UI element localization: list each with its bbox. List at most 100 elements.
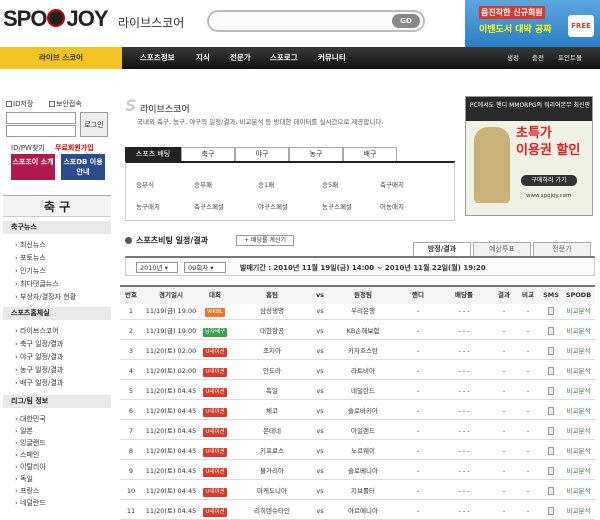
sms-phone-icon[interactable] — [548, 487, 554, 495]
cell-time[interactable]: 11/20(토) 04:45 — [142, 443, 200, 460]
cell-away[interactable]: 카자흐스탄 — [326, 343, 400, 360]
compare-analysis-link[interactable]: 비교분석 — [562, 303, 595, 320]
cell-away[interactable]: 노르웨이 — [326, 443, 400, 460]
game-type-link[interactable]: 농구매치 — [136, 201, 160, 211]
nav-right-pointmall[interactable]: 포인트몰 — [558, 47, 582, 69]
tab-sports-betting[interactable]: 스포츠 배팅 — [125, 147, 181, 161]
cell-time[interactable]: 11/20(토) 02:00 — [142, 363, 200, 380]
sidebar-item-volleyball-schedule[interactable]: › 배구 일정/결과 — [15, 378, 63, 388]
cell-home[interactable]: 불가리아 — [230, 463, 314, 480]
search-go-button[interactable]: GO — [392, 14, 420, 28]
compare-analysis-link[interactable]: 비교분석 — [562, 503, 595, 520]
id-field[interactable] — [6, 112, 76, 124]
sidebar-item-livescore[interactable]: › 라이브스코어 — [15, 326, 59, 336]
cell-away[interactable]: KB손해보험 — [326, 323, 400, 340]
cell-away[interactable]: 슬로바키아 — [326, 403, 400, 420]
cell-home[interactable]: 체코 — [230, 403, 314, 420]
sidebar-item-latest-news[interactable]: › 최신뉴스 — [15, 240, 46, 250]
tab-basketball[interactable]: 농구 — [289, 147, 343, 161]
game-type-link[interactable]: 어농매치 — [380, 201, 404, 211]
tab-expert[interactable]: 전문가 — [533, 242, 591, 256]
cell-home[interactable]: 안도라 — [230, 363, 314, 380]
tab-prediction[interactable]: 예상투표 — [473, 242, 531, 256]
cell-away[interactable]: 슬로베니아 — [326, 463, 400, 480]
sidebar-item-photo-news[interactable]: › 포토뉴스 — [15, 253, 46, 263]
game-type-link[interactable]: 농구스페셜 — [322, 201, 352, 211]
intro-button[interactable]: 스포조이 소개 — [11, 154, 55, 180]
sms-phone-icon[interactable] — [548, 467, 554, 475]
sidebar-league-italy[interactable]: › 이탈리아 — [15, 462, 46, 472]
sms-phone-icon[interactable] — [548, 427, 554, 435]
sms-phone-icon[interactable] — [548, 307, 554, 315]
tab-baseball[interactable]: 야구 — [235, 147, 289, 161]
sms-phone-icon[interactable] — [548, 447, 554, 455]
cell-time[interactable]: 11/19(금) 19:00 — [142, 303, 200, 320]
cell-time[interactable]: 11/20(토) 04:45 — [142, 483, 200, 500]
compare-analysis-link[interactable]: 비교분석 — [562, 323, 595, 340]
cell-away[interactable]: 네덜란드 — [326, 383, 400, 400]
sidebar-item-baseball-schedule[interactable]: › 야구 일정/결과 — [15, 352, 63, 362]
game-type-link[interactable]: 승5패 — [322, 179, 338, 189]
sidebar-league-netherlands[interactable]: › 네덜란드 — [15, 498, 46, 508]
game-type-link[interactable]: 축구매치 — [380, 179, 404, 189]
sidebar-league-germany[interactable]: › 독일 — [15, 474, 33, 484]
compare-analysis-link[interactable]: 비교분석 — [562, 403, 595, 420]
nav-live-score[interactable]: 라이브 스코어 — [0, 47, 122, 69]
tab-soccer[interactable]: 축구 — [181, 147, 235, 161]
cell-away[interactable]: 우리은행 — [326, 303, 400, 320]
compare-analysis-link[interactable]: 비교분석 — [562, 343, 595, 360]
cell-home[interactable]: 키프로스 — [230, 443, 314, 460]
login-button[interactable]: 로그인 — [80, 112, 108, 137]
sidebar-league-france[interactable]: › 프랑스 — [15, 486, 39, 496]
sidebar-item-soccer-schedule[interactable]: › 축구 일정/결과 — [15, 339, 63, 349]
remember-id-checkbox[interactable]: ID저장 — [6, 99, 33, 109]
cell-away[interactable]: 지브롤터 — [326, 483, 400, 500]
cell-time[interactable]: 11/19(금) 19:00 — [142, 323, 200, 340]
tab-volleyball[interactable]: 배구 — [343, 147, 397, 161]
search-input[interactable]: GO — [207, 10, 425, 32]
year-select[interactable]: 2010년 ▾ — [136, 262, 178, 273]
sms-phone-icon[interactable] — [548, 507, 554, 515]
odds-calculator-button[interactable]: + 배당률 계산기 — [236, 235, 294, 246]
site-logo[interactable]: SPO JOY — [3, 6, 109, 32]
join-link[interactable]: 무료회원가입 — [55, 143, 94, 153]
compare-analysis-link[interactable]: 비교분석 — [562, 423, 595, 440]
sms-phone-icon[interactable] — [548, 327, 554, 335]
compare-analysis-link[interactable]: 비교분석 — [562, 363, 595, 380]
compare-analysis-link[interactable]: 비교분석 — [562, 463, 595, 480]
sidebar-item-injury-status[interactable]: › 부상자/결장자 현황 — [15, 292, 76, 302]
tab-results[interactable]: 방정/결과 — [413, 242, 471, 256]
game-type-link[interactable]: 승1패 — [258, 179, 274, 189]
sms-phone-icon[interactable] — [548, 367, 554, 375]
cell-away[interactable]: 아일랜드 — [326, 423, 400, 440]
cell-home[interactable]: 독일 — [230, 383, 314, 400]
compare-analysis-link[interactable]: 비교분석 — [562, 483, 595, 500]
compare-analysis-link[interactable]: 비교분석 — [562, 443, 595, 460]
find-id-pw-link[interactable]: ID/PW찾기 — [11, 143, 45, 153]
game-type-link[interactable]: 야구스페셜 — [258, 201, 288, 211]
ad-buy-button[interactable]: 구매하러 가기 — [521, 175, 577, 186]
cell-home[interactable]: 대한항공 — [230, 323, 314, 340]
right-ad-banner[interactable]: PC에서도 핸디 MMORPG의 워리어본무 최신판 초특가 이용권 할인 구매하… — [465, 96, 593, 216]
nav-item-knowledge[interactable]: 지식 — [196, 47, 210, 69]
sms-phone-icon[interactable] — [548, 387, 554, 395]
password-field[interactable] — [6, 125, 76, 137]
cell-home[interactable]: 리히텐슈타인 — [230, 503, 314, 520]
cell-away[interactable]: 라트비아 — [326, 363, 400, 380]
cell-home[interactable]: 삼성생명 — [230, 303, 314, 320]
game-type-link[interactable]: 축구스페셜 — [194, 201, 224, 211]
secure-login-checkbox[interactable]: 보안접속 — [49, 99, 82, 109]
nav-item-community[interactable]: 커뮤니티 — [318, 47, 346, 69]
cell-time[interactable]: 11/20(토) 04:45 — [142, 503, 200, 520]
round-select[interactable]: 09회차 ▾ — [184, 262, 226, 273]
nav-item-sports-info[interactable]: 스포츠정보 — [140, 47, 175, 69]
cell-home[interactable]: 몬테네 — [230, 423, 314, 440]
game-type-link[interactable]: 승부식 — [136, 179, 154, 189]
cell-time[interactable]: 11/20(토) 04:45 — [142, 403, 200, 420]
cell-away[interactable]: 아르메니아 — [326, 503, 400, 520]
nav-item-expert[interactable]: 전문가 — [230, 47, 251, 69]
cell-time[interactable]: 11/20(토) 02:00 — [142, 343, 200, 360]
nav-right-charge[interactable]: 충전 — [532, 47, 544, 69]
cell-time[interactable]: 11/20(토) 04:45 — [142, 463, 200, 480]
cell-time[interactable]: 11/20(토) 04:45 — [142, 423, 200, 440]
